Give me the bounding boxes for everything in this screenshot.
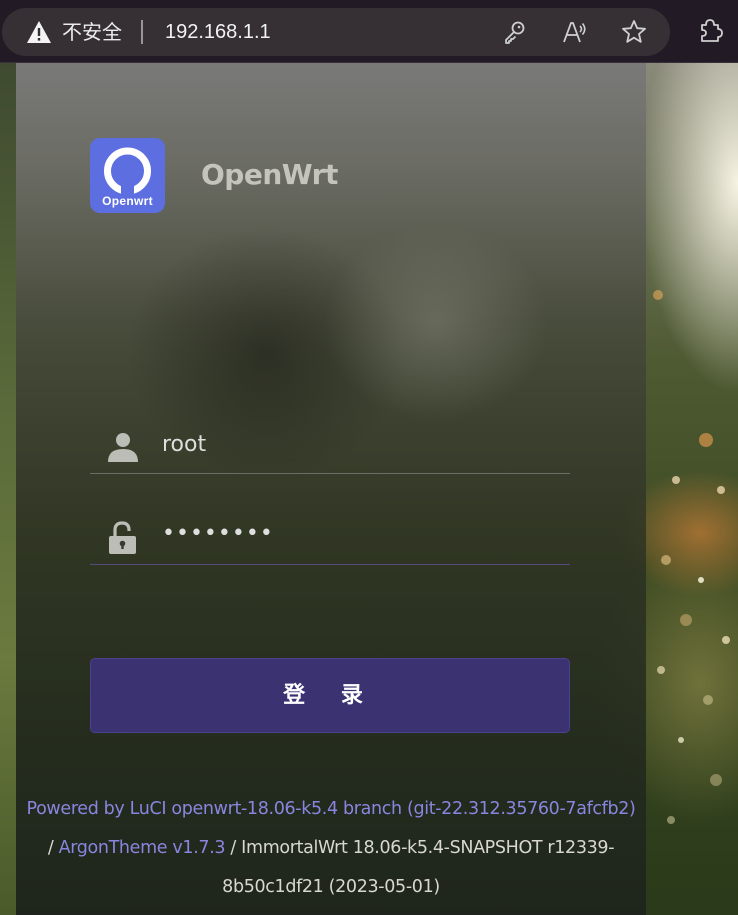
username-input[interactable] — [162, 428, 562, 460]
extensions-icon[interactable] — [698, 18, 726, 46]
build-info: / ImmortalWrt 18.06-k5.4-SNAPSHOT r12339… — [222, 838, 615, 897]
username-field[interactable] — [90, 414, 570, 474]
address-bar[interactable]: 不安全 192.168.1.1 — [2, 8, 670, 56]
user-icon — [108, 433, 138, 462]
url-separator — [141, 20, 143, 44]
unlock-icon — [109, 521, 136, 554]
openwrt-logo: Openwrt — [90, 138, 165, 213]
footer: Powered by LuCI openwrt-18.06-k5.4 branc… — [16, 790, 646, 907]
background-dew-drops — [653, 290, 730, 824]
insecure-label[interactable]: 不安全 — [62, 20, 122, 44]
key-icon[interactable] — [500, 18, 528, 46]
url-text[interactable]: 192.168.1.1 — [165, 20, 271, 44]
brand-name: OpenWrt — [201, 158, 338, 191]
background-grass-left — [0, 63, 16, 915]
logo-text: Openwrt — [102, 194, 153, 208]
read-aloud-icon[interactable] — [560, 18, 588, 46]
favorite-star-icon[interactable] — [620, 18, 648, 46]
footer-separator: / — [47, 838, 54, 858]
password-input[interactable]: •••••••• — [162, 521, 562, 553]
login-button[interactable]: 登 录 — [90, 658, 570, 733]
luci-link[interactable]: Powered by LuCI openwrt-18.06-k5.4 branc… — [27, 799, 636, 819]
warning-icon[interactable] — [26, 20, 52, 44]
password-field[interactable]: •••••••• — [90, 505, 570, 565]
browser-toolbar: 不安全 192.168.1.1 — [0, 0, 738, 63]
argon-theme-link[interactable]: ArgonTheme v1.7.3 — [59, 838, 226, 858]
